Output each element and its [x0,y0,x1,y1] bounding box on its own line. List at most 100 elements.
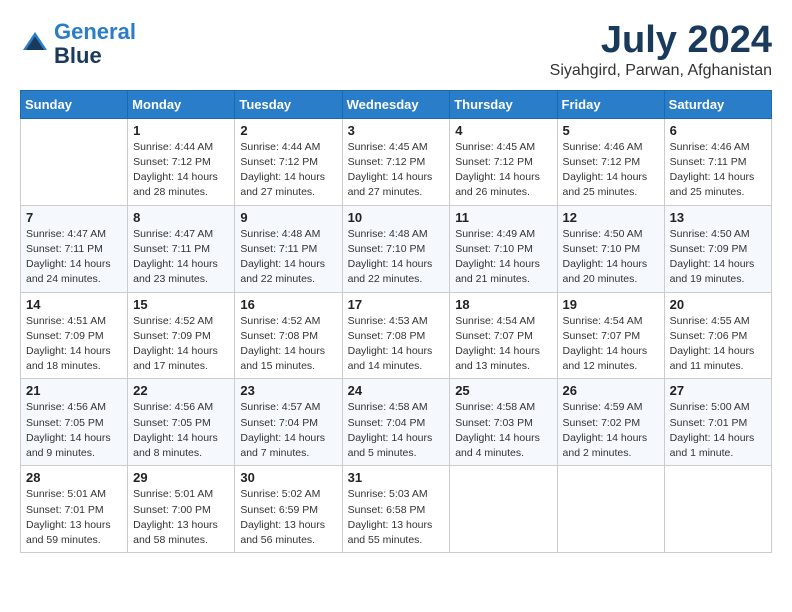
weekday-header: Friday [557,90,664,118]
day-info: Sunrise: 5:01 AM Sunset: 7:01 PM Dayligh… [26,487,122,548]
calendar-cell: 17Sunrise: 4:53 AM Sunset: 7:08 PM Dayli… [342,292,450,379]
day-info: Sunrise: 4:58 AM Sunset: 7:03 PM Dayligh… [455,400,551,461]
day-info: Sunrise: 4:56 AM Sunset: 7:05 PM Dayligh… [133,400,229,461]
day-number: 14 [26,297,122,312]
calendar-header-row: SundayMondayTuesdayWednesdayThursdayFrid… [21,90,772,118]
calendar-cell: 14 Sunrise: 4:51 AM Sunset: 7:09 PM Dayli… [21,292,128,379]
calendar-cell: 15Sunrise: 4:52 AM Sunset: 7:09 PM Dayli… [128,292,235,379]
calendar-cell [21,118,128,205]
calendar-cell: 31 Sunrise: 5:03 AM Sunset: 6:58 PM Dayli… [342,466,450,553]
calendar-cell: 11 Sunrise: 4:49 AM Sunset: 7:10 PM Dayli… [450,205,557,292]
day-info: Sunrise: 4:50 AM Sunset: 7:09 PM Dayligh… [670,227,766,288]
day-number: 11 [455,210,551,225]
calendar-cell: 2Sunrise: 4:44 AM Sunset: 7:12 PM Daylig… [235,118,342,205]
calendar-cell: 25 Sunrise: 4:58 AM Sunset: 7:03 PM Dayli… [450,379,557,466]
day-info: Sunrise: 4:47 AM Sunset: 7:11 PM Dayligh… [133,227,229,288]
day-number: 13 [670,210,766,225]
calendar-week-row: 14 Sunrise: 4:51 AM Sunset: 7:09 PM Dayli… [21,292,772,379]
day-info: Sunrise: 4:52 AM Sunset: 7:09 PM Dayligh… [133,314,229,375]
weekday-header: Monday [128,90,235,118]
calendar-cell: 26 Sunrise: 4:59 AM Sunset: 7:02 PM Dayli… [557,379,664,466]
calendar-week-row: 1 Sunrise: 4:44 AM Sunset: 7:12 PM Daylig… [21,118,772,205]
calendar-cell: 6Sunrise: 4:46 AM Sunset: 7:11 PM Daylig… [664,118,771,205]
day-number: 30 [240,470,336,485]
calendar-cell [557,466,664,553]
day-info: Sunrise: 4:58 AM Sunset: 7:04 PM Dayligh… [348,400,445,461]
calendar-cell: 8 Sunrise: 4:47 AM Sunset: 7:11 PM Daylig… [128,205,235,292]
weekday-header: Saturday [664,90,771,118]
day-info: Sunrise: 4:51 AM Sunset: 7:09 PM Dayligh… [26,314,122,375]
day-number: 16 [240,297,336,312]
day-number: 31 [348,470,445,485]
day-number: 29 [133,470,229,485]
day-number: 19 [563,297,659,312]
calendar-cell: 12 Sunrise: 4:50 AM Sunset: 7:10 PM Dayli… [557,205,664,292]
calendar-cell: 30 Sunrise: 5:02 AM Sunset: 6:59 PM Dayli… [235,466,342,553]
day-number: 27 [670,383,766,398]
calendar-table: SundayMondayTuesdayWednesdayThursdayFrid… [20,90,772,553]
calendar-week-row: 7 Sunrise: 4:47 AM Sunset: 7:11 PM Daylig… [21,205,772,292]
day-info: Sunrise: 4:56 AM Sunset: 7:05 PM Dayligh… [26,400,122,461]
day-number: 8 [133,210,229,225]
calendar-cell: 18Sunrise: 4:54 AM Sunset: 7:07 PM Dayli… [450,292,557,379]
day-number: 12 [563,210,659,225]
day-info: Sunrise: 4:48 AM Sunset: 7:10 PM Dayligh… [348,227,445,288]
calendar-cell: 19 Sunrise: 4:54 AM Sunset: 7:07 PM Dayli… [557,292,664,379]
day-number: 26 [563,383,659,398]
day-number: 28 [26,470,122,485]
calendar-week-row: 21 Sunrise: 4:56 AM Sunset: 7:05 PM Dayli… [21,379,772,466]
logo: General Blue [20,20,136,68]
calendar-cell: 10Sunrise: 4:48 AM Sunset: 7:10 PM Dayli… [342,205,450,292]
day-info: Sunrise: 5:01 AM Sunset: 7:00 PM Dayligh… [133,487,229,548]
calendar-cell: 20Sunrise: 4:55 AM Sunset: 7:06 PM Dayli… [664,292,771,379]
title-block: July 2024 Siyahgird, Parwan, Afghanistan [550,20,772,80]
calendar-cell [664,466,771,553]
weekday-header: Wednesday [342,90,450,118]
day-number: 4 [455,123,551,138]
weekday-header: Thursday [450,90,557,118]
day-number: 20 [670,297,766,312]
calendar-cell: 16Sunrise: 4:52 AM Sunset: 7:08 PM Dayli… [235,292,342,379]
month-year: July 2024 [550,20,772,62]
day-number: 1 [133,123,229,138]
day-info: Sunrise: 4:48 AM Sunset: 7:11 PM Dayligh… [240,227,336,288]
calendar-cell: 13 Sunrise: 4:50 AM Sunset: 7:09 PM Dayli… [664,205,771,292]
day-info: Sunrise: 4:50 AM Sunset: 7:10 PM Dayligh… [563,227,659,288]
calendar-cell: 9 Sunrise: 4:48 AM Sunset: 7:11 PM Daylig… [235,205,342,292]
day-info: Sunrise: 4:47 AM Sunset: 7:11 PM Dayligh… [26,227,122,288]
calendar-week-row: 28 Sunrise: 5:01 AM Sunset: 7:01 PM Dayli… [21,466,772,553]
calendar-cell: 28 Sunrise: 5:01 AM Sunset: 7:01 PM Dayli… [21,466,128,553]
day-info: Sunrise: 4:54 AM Sunset: 7:07 PM Dayligh… [455,314,551,375]
page-header: General Blue July 2024 Siyahgird, Parwan… [20,20,772,80]
day-info: Sunrise: 4:45 AM Sunset: 7:12 PM Dayligh… [348,140,445,201]
calendar-cell: 7 Sunrise: 4:47 AM Sunset: 7:11 PM Daylig… [21,205,128,292]
day-info: Sunrise: 4:46 AM Sunset: 7:11 PM Dayligh… [670,140,766,201]
day-info: Sunrise: 4:46 AM Sunset: 7:12 PM Dayligh… [563,140,659,201]
day-number: 21 [26,383,122,398]
day-number: 23 [240,383,336,398]
day-info: Sunrise: 4:49 AM Sunset: 7:10 PM Dayligh… [455,227,551,288]
weekday-header: Tuesday [235,90,342,118]
calendar-cell: 21 Sunrise: 4:56 AM Sunset: 7:05 PM Dayli… [21,379,128,466]
calendar-cell: 3 Sunrise: 4:45 AM Sunset: 7:12 PM Daylig… [342,118,450,205]
calendar-cell: 24Sunrise: 4:58 AM Sunset: 7:04 PM Dayli… [342,379,450,466]
day-info: Sunrise: 4:59 AM Sunset: 7:02 PM Dayligh… [563,400,659,461]
location: Siyahgird, Parwan, Afghanistan [550,62,772,80]
calendar-cell: 27 Sunrise: 5:00 AM Sunset: 7:01 PM Dayli… [664,379,771,466]
day-number: 3 [348,123,445,138]
day-number: 25 [455,383,551,398]
day-number: 22 [133,383,229,398]
day-info: Sunrise: 4:57 AM Sunset: 7:04 PM Dayligh… [240,400,336,461]
calendar-cell [450,466,557,553]
day-info: Sunrise: 4:54 AM Sunset: 7:07 PM Dayligh… [563,314,659,375]
calendar-cell: 5 Sunrise: 4:46 AM Sunset: 7:12 PM Daylig… [557,118,664,205]
calendar-cell: 4Sunrise: 4:45 AM Sunset: 7:12 PM Daylig… [450,118,557,205]
day-info: Sunrise: 5:03 AM Sunset: 6:58 PM Dayligh… [348,487,445,548]
calendar-cell: 29 Sunrise: 5:01 AM Sunset: 7:00 PM Dayli… [128,466,235,553]
day-number: 9 [240,210,336,225]
day-number: 5 [563,123,659,138]
day-info: Sunrise: 5:02 AM Sunset: 6:59 PM Dayligh… [240,487,336,548]
day-info: Sunrise: 4:44 AM Sunset: 7:12 PM Dayligh… [133,140,229,201]
day-info: Sunrise: 5:00 AM Sunset: 7:01 PM Dayligh… [670,400,766,461]
day-number: 7 [26,210,122,225]
